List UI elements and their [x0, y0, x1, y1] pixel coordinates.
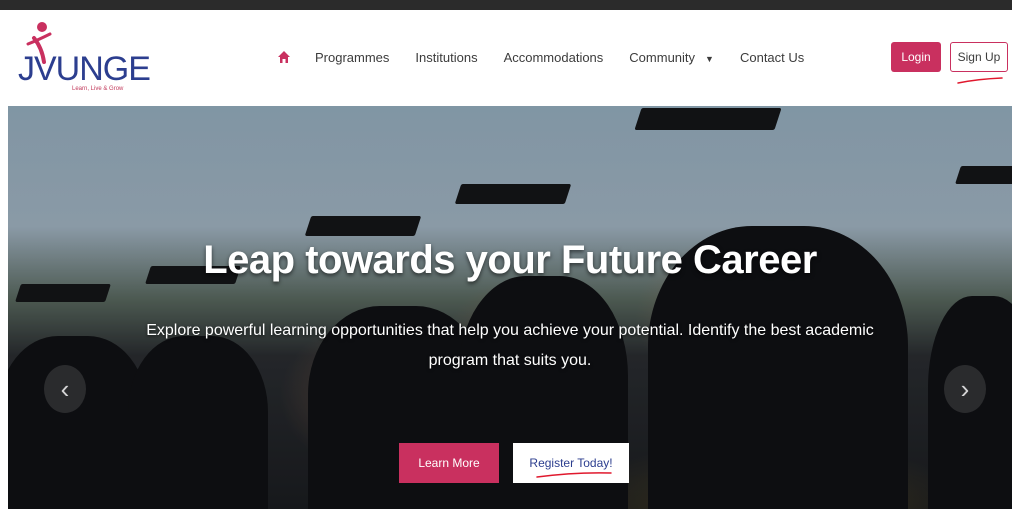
signup-annotation-underline: [957, 77, 1003, 84]
nav-community-label: Community: [629, 49, 696, 65]
caret-down-icon: ▼: [705, 53, 714, 64]
nav-contact-us[interactable]: Contact Us: [740, 50, 804, 65]
signup-button[interactable]: Sign Up: [950, 42, 1008, 72]
top-dark-bar: [0, 0, 1012, 10]
register-annotation-underline: [536, 472, 612, 478]
hero-overlay: [8, 106, 1012, 509]
nav-institutions[interactable]: Institutions: [415, 50, 477, 65]
carousel-prev-icon[interactable]: ‹: [44, 365, 86, 413]
login-button[interactable]: Login: [891, 42, 941, 72]
nav-accommodations[interactable]: Accommodations: [504, 50, 604, 65]
main-navigation: Programmes Institutions Accommodations C…: [275, 46, 830, 68]
home-icon[interactable]: [275, 48, 293, 66]
carousel-next-icon[interactable]: ›: [944, 365, 986, 413]
site-header: JVUNGE Learn, Live & Grow Programmes Ins…: [0, 10, 1012, 100]
logo-wordmark: JVUNGE: [18, 50, 151, 88]
logo-tagline: Learn, Live & Grow: [72, 86, 124, 92]
hero-title: Leap towards your Future Career: [203, 238, 817, 282]
nav-community[interactable]: Community ▼: [629, 50, 714, 65]
nav-programmes[interactable]: Programmes: [315, 50, 389, 65]
learn-more-button[interactable]: Learn More: [399, 443, 499, 483]
hero-subtitle: Explore powerful learning opportunities …: [146, 322, 874, 369]
hero-banner: Leap towards your Future Career Explore …: [8, 106, 1012, 509]
site-logo[interactable]: JVUNGE Learn, Live & Grow: [14, 18, 151, 92]
